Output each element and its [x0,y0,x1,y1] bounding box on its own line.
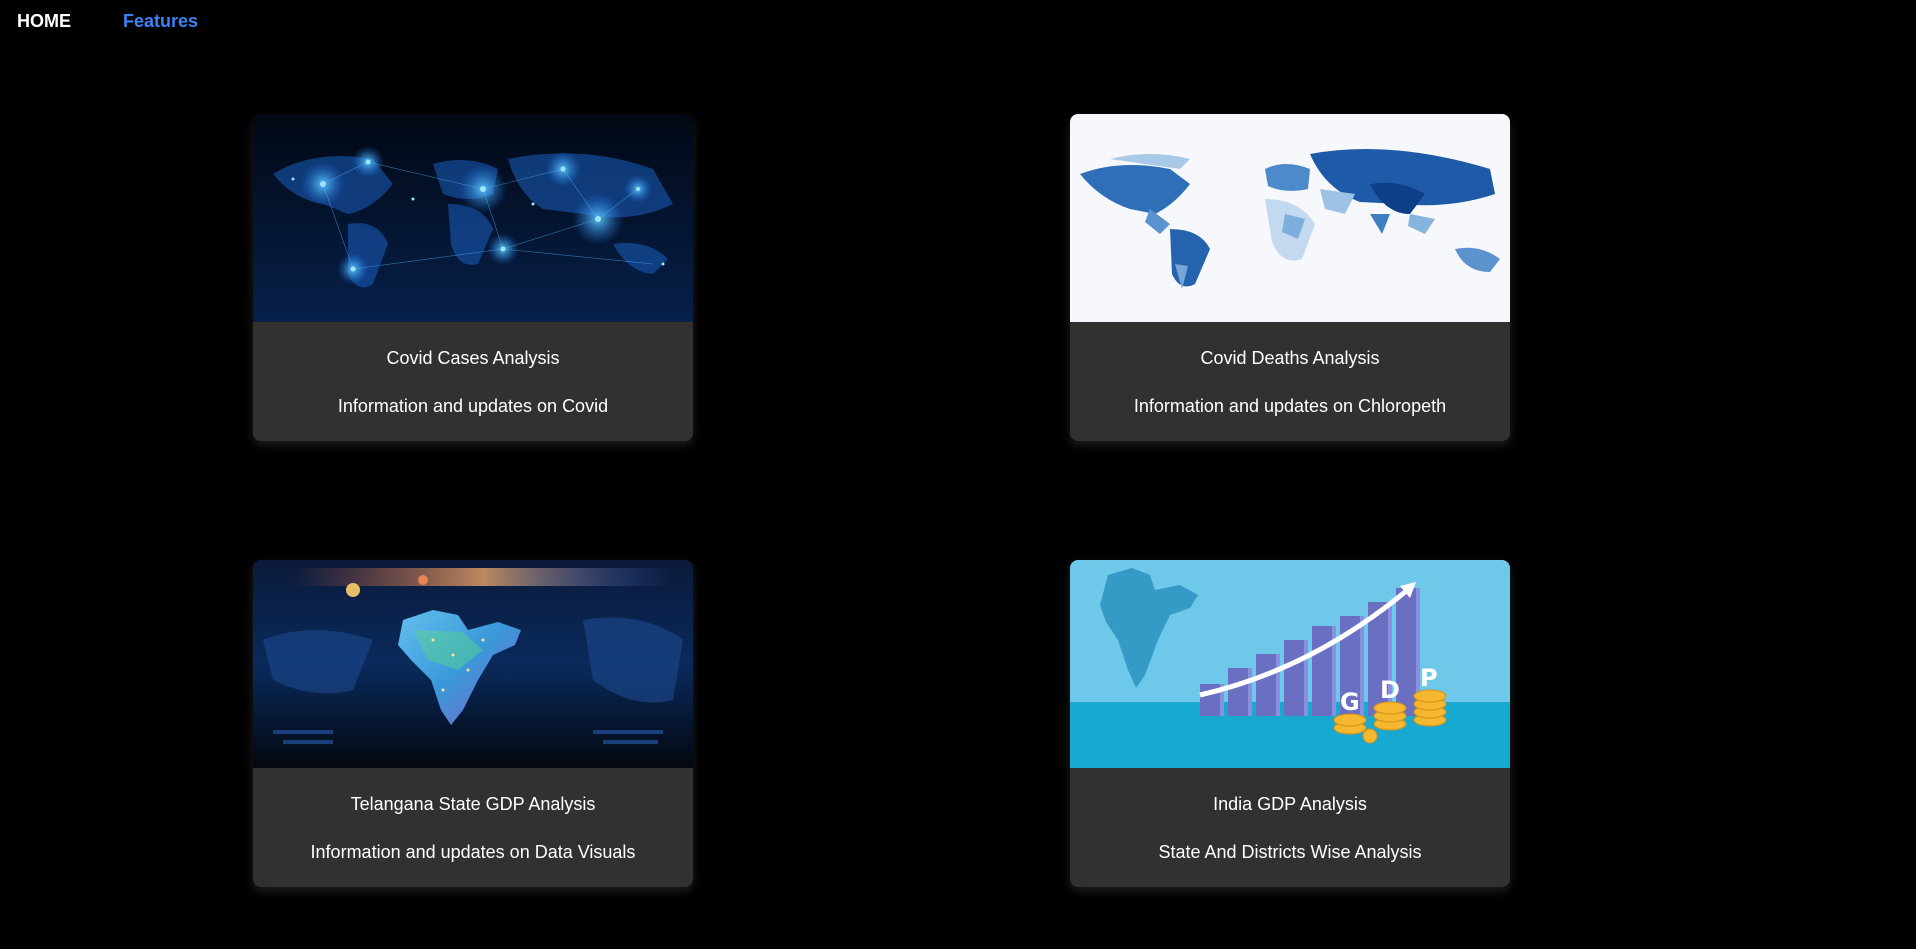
card-description: State And Districts Wise Analysis [1158,842,1422,862]
nav-home-link[interactable]: HOME [17,11,71,32]
card-title: India GDP Analysis [1213,794,1367,814]
card-description: Information and updates on Chloropeth [1133,396,1447,416]
card-title: Telangana State GDP Analysis [350,794,596,814]
card-title: Covid Deaths Analysis [1200,348,1380,368]
svg-text:P: P [1420,664,1438,692]
card-telangana-gdp[interactable]: Telangana State GDP Analysis Information… [253,560,693,887]
covid-network-world-map-image [253,114,693,322]
nav-features-link[interactable]: Features [123,11,198,32]
choropleth-world-map-image [1070,114,1510,322]
india-gdp-growth-illustration: G D P [1070,560,1510,768]
india-digital-map-image [253,560,693,768]
top-navbar: HOME Features [0,0,1916,44]
card-title: Covid Cases Analysis [386,348,560,368]
card-covid-cases[interactable]: Covid Cases Analysis Information and upd… [253,114,693,441]
svg-text:G: G [1340,688,1360,716]
svg-text:D: D [1380,676,1400,704]
card-description: Information and updates on Covid [337,396,609,416]
card-description: Information and updates on Data Visuals [310,842,636,862]
card-covid-deaths[interactable]: Covid Deaths Analysis Information and up… [1070,114,1510,441]
card-india-gdp[interactable]: G D P India GDP Analysis State And Distr… [1070,560,1510,887]
